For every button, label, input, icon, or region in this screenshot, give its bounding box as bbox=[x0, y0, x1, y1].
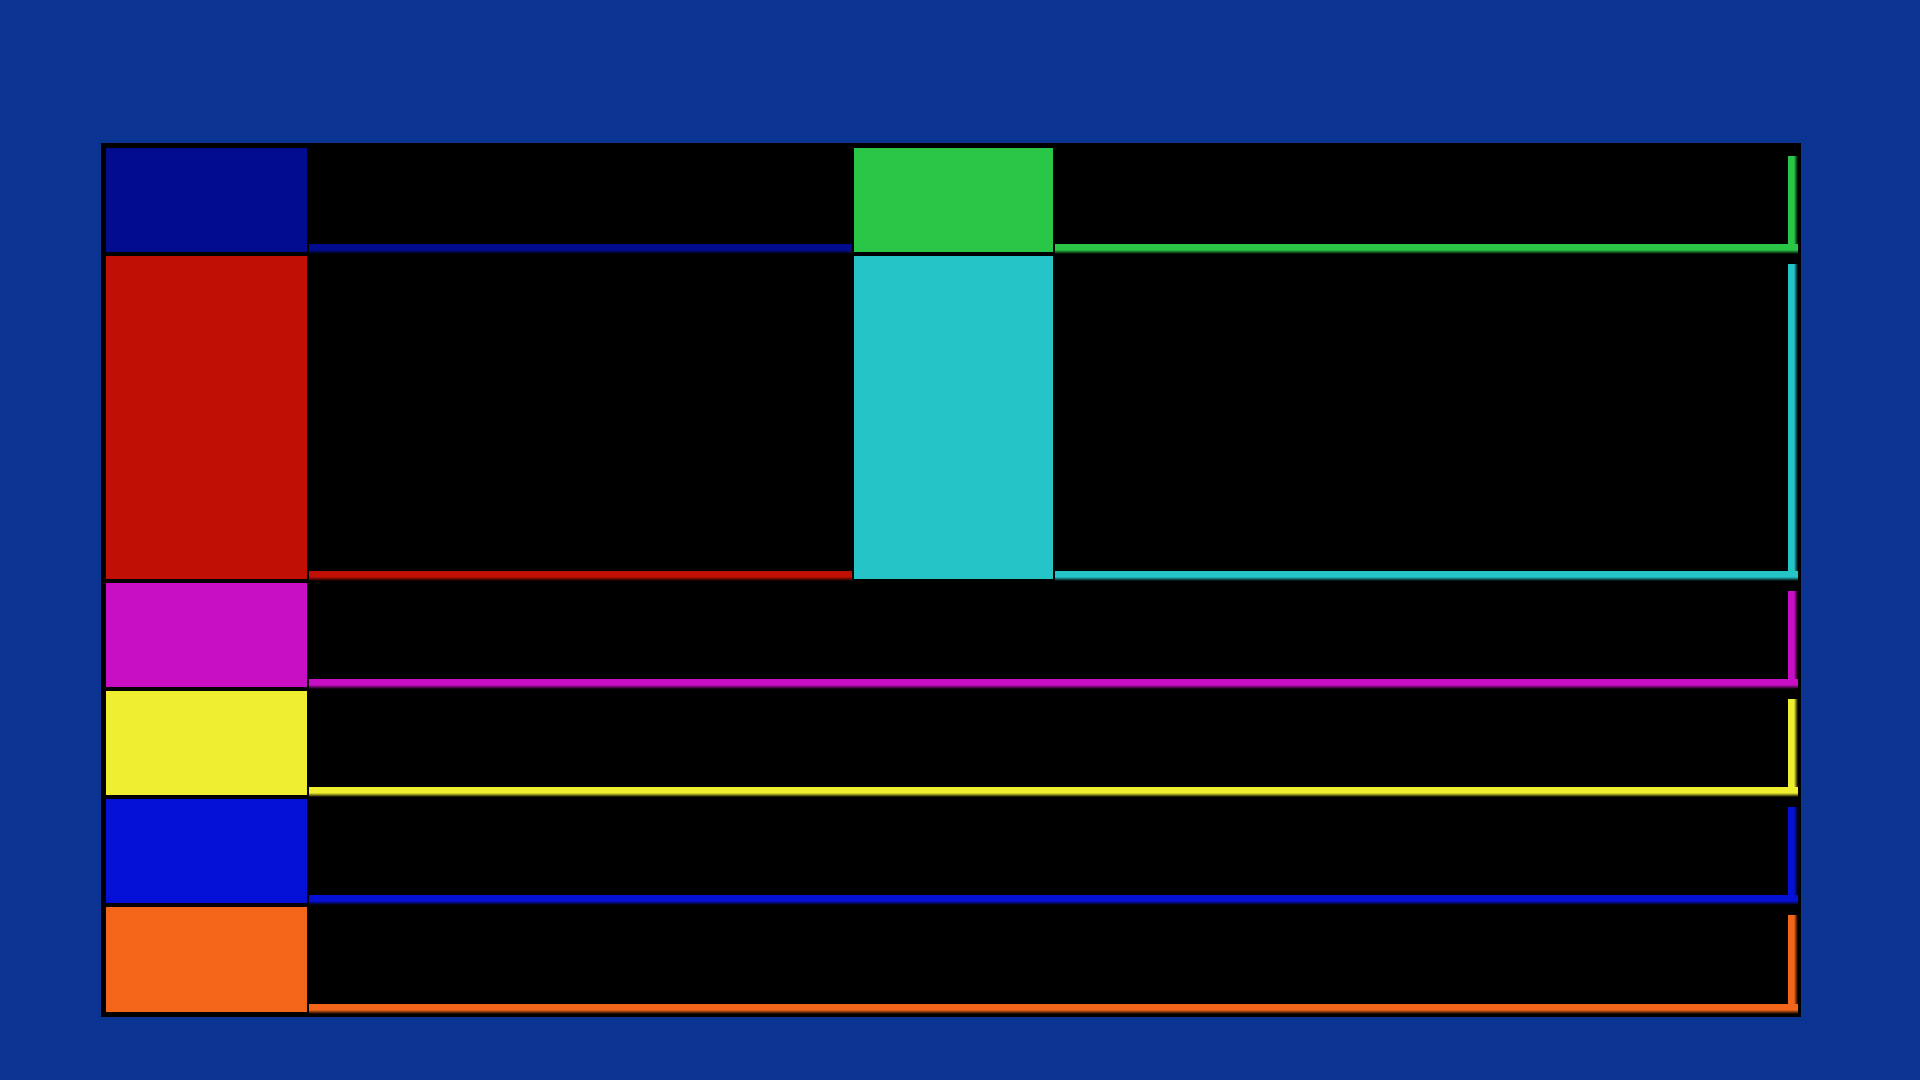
red-swatch[interactable] bbox=[104, 254, 309, 581]
orange-panel-bottom-edge bbox=[309, 1004, 1798, 1014]
screen: { "colors": { "background": "#0b3391", "… bbox=[0, 0, 1920, 1080]
blue-swatch[interactable] bbox=[104, 797, 309, 905]
blue-panel-bottom-edge bbox=[309, 895, 1798, 905]
yellow-swatch[interactable] bbox=[104, 689, 309, 797]
cyan-panel-bottom-edge bbox=[1055, 571, 1798, 581]
yellow-panel-right-edge bbox=[1788, 699, 1798, 787]
blue-panel-right-edge bbox=[1788, 807, 1798, 895]
green-swatch[interactable] bbox=[852, 146, 1055, 254]
magenta-panel-bottom-edge bbox=[309, 679, 1798, 689]
yellow-panel bbox=[309, 689, 1798, 797]
green-panel-bottom-edge bbox=[1055, 244, 1798, 254]
orange-panel-right-edge bbox=[1788, 915, 1798, 1004]
yellow-panel-bottom-edge bbox=[309, 787, 1798, 797]
green-panel bbox=[1055, 146, 1798, 254]
color-board bbox=[104, 146, 1798, 1014]
magenta-panel bbox=[309, 581, 1798, 689]
magenta-swatch[interactable] bbox=[104, 581, 309, 689]
green-panel-right-edge bbox=[1788, 156, 1798, 244]
cyan-panel bbox=[1055, 254, 1798, 581]
orange-swatch[interactable] bbox=[104, 905, 309, 1014]
blue-panel bbox=[309, 797, 1798, 905]
magenta-panel-right-edge bbox=[1788, 591, 1798, 679]
navy-swatch[interactable] bbox=[104, 146, 309, 254]
orange-panel bbox=[309, 905, 1798, 1014]
cyan-swatch[interactable] bbox=[852, 254, 1055, 581]
cyan-panel-right-edge bbox=[1788, 264, 1798, 571]
